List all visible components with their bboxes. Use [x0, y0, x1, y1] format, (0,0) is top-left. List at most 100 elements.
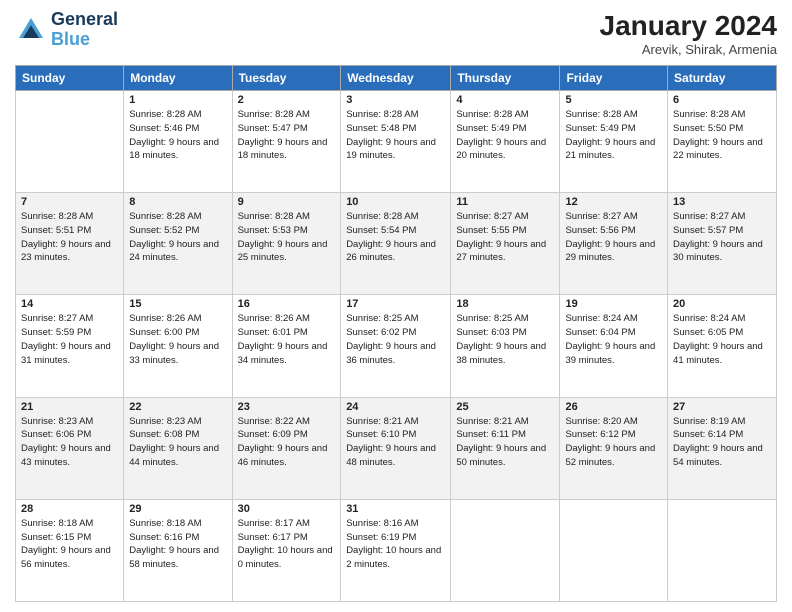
day-info: Sunrise: 8:16 AMSunset: 6:19 PMDaylight:…: [346, 517, 445, 572]
calendar-tbody: 1 Sunrise: 8:28 AMSunset: 5:46 PMDaylight…: [16, 91, 777, 602]
cell-w0-d4: 4 Sunrise: 8:28 AMSunset: 5:49 PMDaylight…: [451, 91, 560, 193]
day-number: 28: [21, 503, 118, 515]
day-number: 18: [456, 298, 554, 310]
day-info: Sunrise: 8:27 AMSunset: 5:56 PMDaylight:…: [565, 210, 662, 265]
cell-w4-d6: [668, 499, 777, 601]
cell-w2-d4: 18Sunrise: 8:25 AMSunset: 6:03 PMDayligh…: [451, 295, 560, 397]
week-row-3: 21 Sunrise: 8:23 AMSunset: 6:06 PMDayligh…: [16, 397, 777, 499]
cell-w1-d0: 7Sunrise: 8:28 AMSunset: 5:51 PMDaylight…: [16, 193, 124, 295]
day-number: 24: [346, 401, 445, 413]
cell-w2-d2: 16 Sunrise: 8:26 AMSunset: 6:01 PMDayligh…: [232, 295, 341, 397]
day-info: Sunrise: 8:28 AMSunset: 5:46 PMDaylight:…: [129, 108, 226, 163]
day-number: 21: [21, 401, 118, 413]
cell-w1-d4: 11 Sunrise: 8:27 AMSunset: 5:55 PMDayligh…: [451, 193, 560, 295]
day-info: Sunrise: 8:28 AMSunset: 5:53 PMDaylight:…: [238, 210, 336, 265]
day-info: Sunrise: 8:21 AMSunset: 6:10 PMDaylight:…: [346, 415, 445, 470]
col-header-wednesday: Wednesday: [341, 66, 451, 91]
day-number: 9: [238, 196, 336, 208]
logo-line2: Blue: [51, 30, 118, 50]
day-info: Sunrise: 8:28 AMSunset: 5:49 PMDaylight:…: [565, 108, 662, 163]
col-header-thursday: Thursday: [451, 66, 560, 91]
week-row-2: 14 Sunrise: 8:27 AMSunset: 5:59 PMDayligh…: [16, 295, 777, 397]
cell-w2-d6: 20Sunrise: 8:24 AMSunset: 6:05 PMDayligh…: [668, 295, 777, 397]
day-number: 4: [456, 94, 554, 106]
logo: General Blue: [15, 10, 118, 50]
cell-w4-d3: 31 Sunrise: 8:16 AMSunset: 6:19 PMDayligh…: [341, 499, 451, 601]
day-number: 25: [456, 401, 554, 413]
day-info: Sunrise: 8:27 AMSunset: 5:55 PMDaylight:…: [456, 210, 554, 265]
page: General Blue January 2024 Arevik, Shirak…: [0, 0, 792, 612]
header: General Blue January 2024 Arevik, Shirak…: [15, 10, 777, 57]
day-info: Sunrise: 8:28 AMSunset: 5:50 PMDaylight:…: [673, 108, 771, 163]
cell-w0-d2: 2Sunrise: 8:28 AMSunset: 5:47 PMDaylight…: [232, 91, 341, 193]
day-info: Sunrise: 8:23 AMSunset: 6:06 PMDaylight:…: [21, 415, 118, 470]
header-row: SundayMondayTuesdayWednesdayThursdayFrid…: [16, 66, 777, 91]
day-info: Sunrise: 8:19 AMSunset: 6:14 PMDaylight:…: [673, 415, 771, 470]
day-info: Sunrise: 8:27 AMSunset: 5:57 PMDaylight:…: [673, 210, 771, 265]
title-block: January 2024 Arevik, Shirak, Armenia: [600, 10, 777, 57]
cell-w4-d4: [451, 499, 560, 601]
cell-w3-d3: 24 Sunrise: 8:21 AMSunset: 6:10 PMDayligh…: [341, 397, 451, 499]
day-info: Sunrise: 8:28 AMSunset: 5:54 PMDaylight:…: [346, 210, 445, 265]
day-info: Sunrise: 8:18 AMSunset: 6:16 PMDaylight:…: [129, 517, 226, 572]
day-number: 7: [21, 196, 118, 208]
day-info: Sunrise: 8:28 AMSunset: 5:49 PMDaylight:…: [456, 108, 554, 163]
day-info: Sunrise: 8:27 AMSunset: 5:59 PMDaylight:…: [21, 312, 118, 367]
cell-w0-d0: [16, 91, 124, 193]
day-info: Sunrise: 8:26 AMSunset: 6:00 PMDaylight:…: [129, 312, 226, 367]
day-number: 12: [565, 196, 662, 208]
day-info: Sunrise: 8:18 AMSunset: 6:15 PMDaylight:…: [21, 517, 118, 572]
cell-w3-d5: 26 Sunrise: 8:20 AMSunset: 6:12 PMDayligh…: [560, 397, 668, 499]
day-number: 26: [565, 401, 662, 413]
cell-w0-d1: 1 Sunrise: 8:28 AMSunset: 5:46 PMDaylight…: [124, 91, 232, 193]
day-number: 23: [238, 401, 336, 413]
day-number: 13: [673, 196, 771, 208]
col-header-tuesday: Tuesday: [232, 66, 341, 91]
day-info: Sunrise: 8:24 AMSunset: 6:05 PMDaylight:…: [673, 312, 771, 367]
day-number: 14: [21, 298, 118, 310]
col-header-saturday: Saturday: [668, 66, 777, 91]
week-row-4: 28 Sunrise: 8:18 AMSunset: 6:15 PMDayligh…: [16, 499, 777, 601]
cell-w0-d6: 6 Sunrise: 8:28 AMSunset: 5:50 PMDaylight…: [668, 91, 777, 193]
cell-w2-d3: 17 Sunrise: 8:25 AMSunset: 6:02 PMDayligh…: [341, 295, 451, 397]
day-number: 19: [565, 298, 662, 310]
day-info: Sunrise: 8:20 AMSunset: 6:12 PMDaylight:…: [565, 415, 662, 470]
day-number: 31: [346, 503, 445, 515]
day-number: 3: [346, 94, 445, 106]
cell-w1-d1: 8 Sunrise: 8:28 AMSunset: 5:52 PMDaylight…: [124, 193, 232, 295]
cell-w2-d1: 15 Sunrise: 8:26 AMSunset: 6:00 PMDayligh…: [124, 295, 232, 397]
week-row-0: 1 Sunrise: 8:28 AMSunset: 5:46 PMDaylight…: [16, 91, 777, 193]
cell-w3-d2: 23Sunrise: 8:22 AMSunset: 6:09 PMDayligh…: [232, 397, 341, 499]
day-number: 22: [129, 401, 226, 413]
day-number: 17: [346, 298, 445, 310]
cell-w3-d1: 22Sunrise: 8:23 AMSunset: 6:08 PMDayligh…: [124, 397, 232, 499]
calendar-table: SundayMondayTuesdayWednesdayThursdayFrid…: [15, 65, 777, 602]
cell-w1-d5: 12 Sunrise: 8:27 AMSunset: 5:56 PMDayligh…: [560, 193, 668, 295]
day-number: 6: [673, 94, 771, 106]
day-number: 8: [129, 196, 226, 208]
col-header-monday: Monday: [124, 66, 232, 91]
day-number: 1: [129, 94, 226, 106]
calendar-thead: SundayMondayTuesdayWednesdayThursdayFrid…: [16, 66, 777, 91]
day-number: 10: [346, 196, 445, 208]
col-header-friday: Friday: [560, 66, 668, 91]
day-info: Sunrise: 8:28 AMSunset: 5:52 PMDaylight:…: [129, 210, 226, 265]
day-info: Sunrise: 8:28 AMSunset: 5:48 PMDaylight:…: [346, 108, 445, 163]
col-header-sunday: Sunday: [16, 66, 124, 91]
day-info: Sunrise: 8:21 AMSunset: 6:11 PMDaylight:…: [456, 415, 554, 470]
calendar-subtitle: Arevik, Shirak, Armenia: [600, 42, 777, 57]
day-info: Sunrise: 8:28 AMSunset: 5:47 PMDaylight:…: [238, 108, 336, 163]
day-number: 15: [129, 298, 226, 310]
day-info: Sunrise: 8:26 AMSunset: 6:01 PMDaylight:…: [238, 312, 336, 367]
cell-w4-d1: 29Sunrise: 8:18 AMSunset: 6:16 PMDayligh…: [124, 499, 232, 601]
week-row-1: 7Sunrise: 8:28 AMSunset: 5:51 PMDaylight…: [16, 193, 777, 295]
day-number: 11: [456, 196, 554, 208]
day-number: 30: [238, 503, 336, 515]
cell-w1-d6: 13 Sunrise: 8:27 AMSunset: 5:57 PMDayligh…: [668, 193, 777, 295]
cell-w0-d3: 3 Sunrise: 8:28 AMSunset: 5:48 PMDaylight…: [341, 91, 451, 193]
cell-w1-d3: 10 Sunrise: 8:28 AMSunset: 5:54 PMDayligh…: [341, 193, 451, 295]
cell-w4-d0: 28 Sunrise: 8:18 AMSunset: 6:15 PMDayligh…: [16, 499, 124, 601]
day-number: 16: [238, 298, 336, 310]
day-info: Sunrise: 8:25 AMSunset: 6:02 PMDaylight:…: [346, 312, 445, 367]
logo-text: General Blue: [51, 10, 118, 50]
